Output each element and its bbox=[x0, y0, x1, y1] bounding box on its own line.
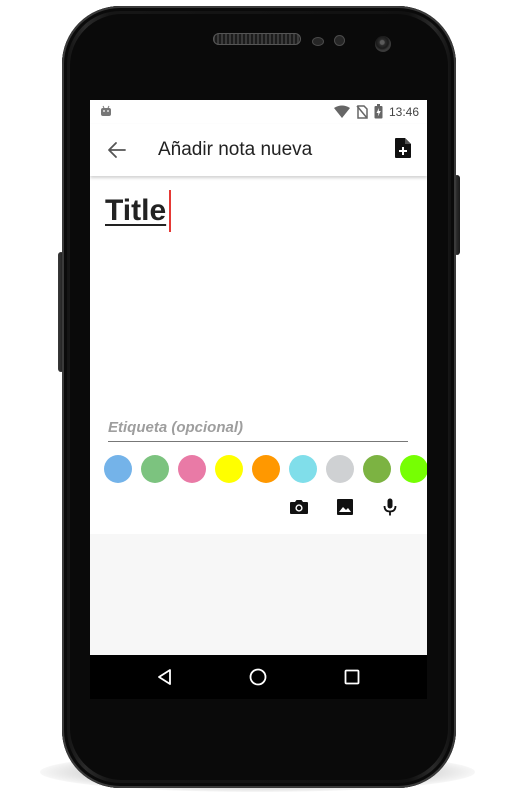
media-actions bbox=[90, 497, 427, 523]
android-notification-icon bbox=[101, 105, 111, 116]
navigation-bar bbox=[90, 655, 427, 699]
text-cursor bbox=[169, 190, 171, 232]
empty-content-area bbox=[90, 534, 427, 655]
color-swatch-green[interactable] bbox=[141, 455, 169, 483]
back-triangle-icon[interactable] bbox=[155, 667, 175, 687]
image-icon[interactable] bbox=[335, 497, 355, 517]
note-add-icon[interactable] bbox=[393, 137, 413, 159]
earpiece-speaker bbox=[213, 33, 301, 45]
screen: 13:46 Añadir nota nueva Title Etiqueta (… bbox=[90, 100, 427, 655]
status-bar: 13:46 bbox=[90, 100, 427, 124]
wifi-icon bbox=[333, 105, 350, 118]
microphone-icon[interactable] bbox=[380, 497, 400, 517]
color-swatch-blue[interactable] bbox=[104, 455, 132, 483]
color-picker bbox=[104, 455, 427, 485]
camera-icon[interactable] bbox=[289, 497, 309, 517]
front-camera bbox=[375, 36, 391, 52]
arrow-back-icon[interactable] bbox=[106, 139, 128, 161]
title-input[interactable]: Title bbox=[105, 194, 166, 228]
app-toolbar: Añadir nota nueva bbox=[90, 124, 427, 176]
no-sim-icon bbox=[356, 104, 368, 119]
device-mockup: 13:46 Añadir nota nueva Title Etiqueta (… bbox=[0, 0, 515, 800]
home-circle-icon[interactable] bbox=[248, 667, 268, 687]
page-title: Añadir nota nueva bbox=[158, 139, 313, 160]
color-swatch-lime[interactable] bbox=[400, 455, 427, 483]
status-icons: 13:46 bbox=[333, 104, 419, 119]
color-swatch-grey[interactable] bbox=[326, 455, 354, 483]
battery-charging-icon bbox=[374, 104, 383, 119]
color-swatch-olive-green[interactable] bbox=[363, 455, 391, 483]
recents-square-icon[interactable] bbox=[342, 667, 362, 687]
color-swatch-cyan[interactable] bbox=[289, 455, 317, 483]
tag-input[interactable]: Etiqueta (opcional) bbox=[108, 419, 408, 442]
status-time: 13:46 bbox=[388, 104, 419, 119]
proximity-sensor bbox=[312, 37, 324, 46]
note-editor: Title Etiqueta (opcional) bbox=[90, 176, 427, 534]
color-swatch-pink[interactable] bbox=[178, 455, 206, 483]
light-sensor bbox=[334, 35, 345, 46]
color-swatch-yellow[interactable] bbox=[215, 455, 243, 483]
color-swatch-orange[interactable] bbox=[252, 455, 280, 483]
